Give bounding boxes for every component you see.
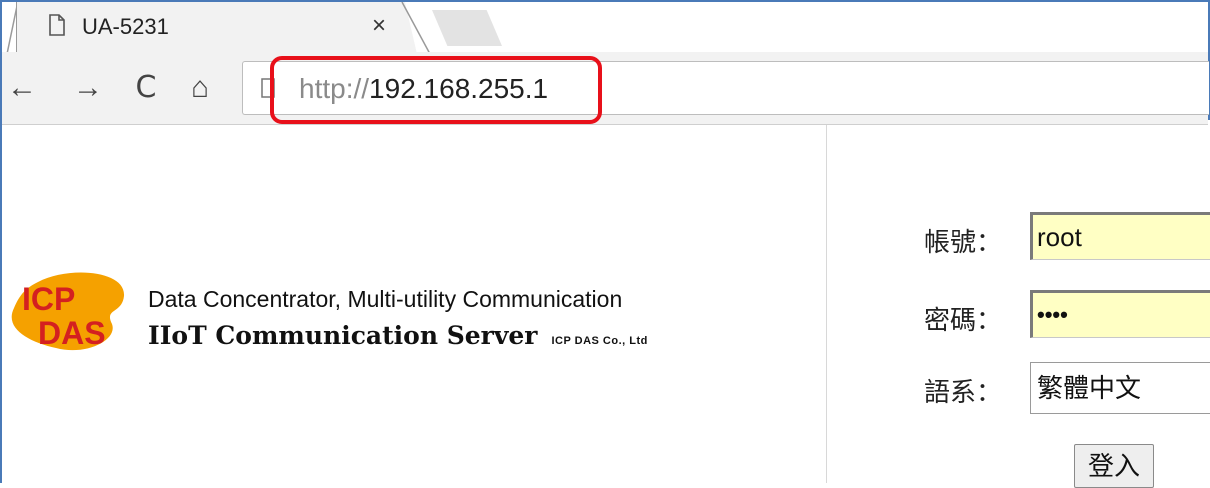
login-button[interactable]: 登入 [1074,444,1154,488]
product-title-text: IIoT Communication Server [148,321,538,350]
logo-text-icp: ICP [22,281,75,317]
tab-title[interactable]: UA-5231 [82,14,169,40]
tab-strip: UA-5231 × [2,2,1208,54]
tab-edge-right [401,2,431,54]
url-highlight-annotation [270,56,602,124]
account-label: 帳號： [924,227,1003,257]
password-input[interactable]: •••• [1030,290,1210,338]
language-select[interactable]: 繁體中文 [1030,362,1210,414]
logo-text-das: DAS [38,315,106,351]
icp-das-logo: ICP DAS [11,272,125,351]
browser-toolbar: ← → C ⌂ http://192.168.255.1 [2,52,1209,125]
home-icon[interactable]: ⌂ [184,68,216,108]
product-tagline: Data Concentrator, Multi-utility Communi… [148,286,623,312]
product-title: IIoT Communication Server ICP DAS Co., Lt… [148,321,648,350]
close-tab-icon[interactable]: × [372,12,386,40]
back-arrow-icon[interactable]: ← [6,68,38,108]
new-tab-button[interactable] [432,10,502,46]
page-icon [49,14,65,36]
company-name: ICP DAS Co., Ltd [551,335,648,347]
account-input[interactable]: root [1030,212,1210,260]
content-divider [826,125,827,483]
browser-tab[interactable] [16,2,417,54]
reload-icon[interactable]: C [130,68,162,108]
password-label: 密碼： [924,305,1003,335]
tab-edge-left [6,6,17,54]
forward-arrow-icon[interactable]: → [72,68,104,108]
language-label: 語系： [924,377,1003,407]
